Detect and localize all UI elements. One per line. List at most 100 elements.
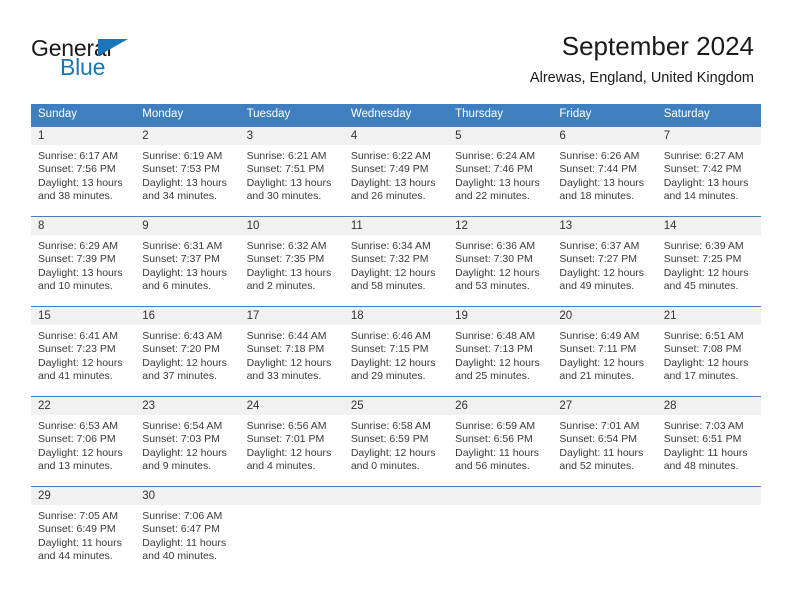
calendar-day-cell[interactable]: 28 Sunrise: 7:03 AM Sunset: 6:51 PM Dayligh…	[656, 396, 761, 487]
daylight-text-line2: and 21 minutes.	[559, 370, 635, 383]
calendar-day-cell[interactable]: 1 Sunrise: 6:17 AM Sunset: 7:56 PM Daylight…	[31, 126, 136, 217]
day-cell-inner: 8 Sunrise: 6:29 AM Sunset: 7:39 PM Daylight…	[31, 217, 136, 306]
daylight-text-line1: Daylight: 13 hours	[455, 176, 540, 189]
day-details: Sunrise: 6:22 AM Sunset: 7:49 PM Daylight:…	[344, 145, 448, 204]
calendar-day-cell[interactable]: 27 Sunrise: 7:01 AM Sunset: 6:54 PM Dayligh…	[552, 396, 657, 487]
daylight-text-line2: and 25 minutes.	[455, 370, 530, 383]
day-details: Sunrise: 6:31 AM Sunset: 7:37 PM Daylight:…	[135, 235, 239, 294]
day-cell-inner: 22 Sunrise: 6:53 AM Sunset: 7:06 PM Dayligh…	[31, 397, 136, 486]
day-number: 8	[31, 217, 136, 235]
day-details: Sunrise: 7:05 AM Sunset: 6:49 PM Daylight:…	[31, 505, 135, 564]
day-cell-inner: 30 Sunrise: 7:06 AM Sunset: 6:47 PM Dayligh…	[135, 487, 240, 576]
sunrise-text: Sunrise: 7:01 AM	[559, 420, 640, 432]
daylight-text-line2: and 26 minutes.	[350, 190, 426, 203]
day-number: 14	[656, 217, 761, 235]
calendar-day-cell[interactable]: 23 Sunrise: 6:54 AM Sunset: 7:03 PM Dayligh…	[135, 396, 240, 487]
sunrise-text: Sunrise: 6:36 AM	[455, 240, 536, 252]
sunrise-text: Sunrise: 6:32 AM	[246, 240, 327, 252]
calendar-day-cell[interactable]: 18 Sunrise: 6:46 AM Sunset: 7:15 PM Dayligh…	[343, 306, 449, 397]
daylight-text-line1: Daylight: 13 hours	[246, 176, 332, 189]
daylight-text-line2: and 2 minutes.	[246, 280, 316, 293]
day-cell-inner: 27 Sunrise: 7:01 AM Sunset: 6:54 PM Dayligh…	[552, 397, 657, 486]
daylight-text-line1: Daylight: 12 hours	[142, 356, 227, 369]
day-number: 16	[135, 307, 240, 325]
day-number: 7	[656, 127, 761, 145]
sunset-text: Sunset: 6:59 PM	[350, 433, 429, 446]
sunrise-text: Sunrise: 6:29 AM	[38, 240, 118, 252]
day-cell-inner	[239, 487, 344, 576]
calendar-day-cell[interactable]: 6 Sunrise: 6:26 AM Sunset: 7:44 PM Daylight…	[552, 126, 657, 217]
day-number: 2	[135, 127, 240, 145]
day-cell-inner: 21 Sunrise: 6:51 AM Sunset: 7:08 PM Dayligh…	[656, 307, 761, 396]
daylight-text-line2: and 17 minutes.	[663, 370, 739, 383]
calendar-day-cell[interactable]: 29 Sunrise: 7:05 AM Sunset: 6:49 PM Dayligh…	[31, 486, 136, 576]
calendar-day-cell[interactable]: 12 Sunrise: 6:36 AM Sunset: 7:30 PM Dayligh…	[448, 216, 553, 307]
day-cell-inner: 24 Sunrise: 6:56 AM Sunset: 7:01 PM Dayligh…	[239, 397, 344, 486]
day-details: Sunrise: 6:34 AM Sunset: 7:32 PM Daylight:…	[344, 235, 448, 294]
calendar-day-cell[interactable]: 26 Sunrise: 6:59 AM Sunset: 6:56 PM Dayligh…	[448, 396, 553, 487]
calendar-page: General Blue September 2024 Alrewas, Eng…	[0, 0, 792, 612]
calendar-week-row: 1 Sunrise: 6:17 AM Sunset: 7:56 PM Daylight…	[31, 126, 761, 217]
daylight-text-line1: Daylight: 12 hours	[559, 266, 645, 279]
calendar-day-cell[interactable]: 13 Sunrise: 6:37 AM Sunset: 7:27 PM Dayligh…	[552, 216, 657, 307]
calendar-day-cell[interactable]	[448, 486, 553, 576]
calendar-day-cell[interactable]: 9 Sunrise: 6:31 AM Sunset: 7:37 PM Daylight…	[135, 216, 240, 307]
calendar-day-cell[interactable]: 24 Sunrise: 6:56 AM Sunset: 7:01 PM Dayligh…	[239, 396, 344, 487]
day-number: 27	[552, 397, 657, 415]
day-details: Sunrise: 7:06 AM Sunset: 6:47 PM Daylight:…	[135, 505, 239, 564]
daylight-text-line1: Daylight: 12 hours	[663, 356, 749, 369]
calendar-day-cell[interactable]: 19 Sunrise: 6:48 AM Sunset: 7:13 PM Dayligh…	[448, 306, 553, 397]
daylight-text-line2: and 45 minutes.	[663, 280, 739, 293]
day-details: Sunrise: 6:36 AM Sunset: 7:30 PM Daylight:…	[448, 235, 552, 294]
calendar-day-cell[interactable]: 14 Sunrise: 6:39 AM Sunset: 7:25 PM Dayligh…	[656, 216, 761, 307]
daylight-text-line1: Daylight: 12 hours	[246, 446, 332, 459]
general-blue-logo[interactable]: General Blue	[31, 36, 151, 82]
calendar-day-cell[interactable]: 30 Sunrise: 7:06 AM Sunset: 6:47 PM Dayligh…	[135, 486, 240, 576]
daylight-text-line2: and 56 minutes.	[455, 460, 530, 473]
day-cell-inner: 9 Sunrise: 6:31 AM Sunset: 7:37 PM Daylight…	[135, 217, 240, 306]
weekday-header-wednesday: Wednesday	[343, 104, 449, 127]
calendar-day-cell[interactable]	[239, 486, 344, 576]
page-title: September 2024	[561, 31, 754, 61]
calendar-day-cell[interactable]: 11 Sunrise: 6:34 AM Sunset: 7:32 PM Dayligh…	[343, 216, 449, 307]
sunrise-text: Sunrise: 6:39 AM	[663, 240, 744, 252]
calendar-day-cell[interactable]: 3 Sunrise: 6:21 AM Sunset: 7:51 PM Daylight…	[239, 126, 344, 217]
day-details: Sunrise: 6:46 AM Sunset: 7:15 PM Daylight:…	[344, 325, 448, 384]
calendar-day-cell[interactable]: 10 Sunrise: 6:32 AM Sunset: 7:35 PM Dayligh…	[239, 216, 344, 307]
sunset-text: Sunset: 7:49 PM	[350, 163, 429, 176]
day-number: 22	[31, 397, 136, 415]
calendar-day-cell[interactable]	[552, 486, 657, 576]
day-number	[552, 487, 657, 505]
day-cell-inner: 19 Sunrise: 6:48 AM Sunset: 7:13 PM Dayligh…	[448, 307, 553, 396]
sunrise-text: Sunrise: 7:05 AM	[38, 510, 118, 522]
title-block: September 2024 Alrewas, England, United …	[530, 30, 754, 88]
calendar-day-cell[interactable]: 16 Sunrise: 6:43 AM Sunset: 7:20 PM Dayligh…	[135, 306, 240, 397]
calendar-week-row: 22 Sunrise: 6:53 AM Sunset: 7:06 PM Dayligh…	[31, 396, 761, 487]
calendar-day-cell[interactable]	[343, 486, 449, 576]
day-cell-inner: 26 Sunrise: 6:59 AM Sunset: 6:56 PM Dayligh…	[448, 397, 553, 486]
calendar-day-cell[interactable]	[656, 486, 761, 576]
day-details: Sunrise: 6:19 AM Sunset: 7:53 PM Daylight:…	[135, 145, 239, 204]
calendar-day-cell[interactable]: 5 Sunrise: 6:24 AM Sunset: 7:46 PM Daylight…	[448, 126, 553, 217]
daylight-text-line1: Daylight: 12 hours	[455, 356, 540, 369]
weekday-header-tuesday: Tuesday	[239, 104, 344, 127]
calendar-day-cell[interactable]: 17 Sunrise: 6:44 AM Sunset: 7:18 PM Dayligh…	[239, 306, 344, 397]
day-cell-inner	[552, 487, 657, 576]
day-cell-inner: 10 Sunrise: 6:32 AM Sunset: 7:35 PM Dayligh…	[239, 217, 344, 306]
daylight-text-line1: Daylight: 12 hours	[246, 356, 332, 369]
calendar-day-cell[interactable]: 22 Sunrise: 6:53 AM Sunset: 7:06 PM Dayligh…	[31, 396, 136, 487]
sunrise-text: Sunrise: 6:26 AM	[559, 150, 640, 162]
calendar-day-cell[interactable]: 2 Sunrise: 6:19 AM Sunset: 7:53 PM Daylight…	[135, 126, 240, 217]
daylight-text-line2: and 37 minutes.	[142, 370, 217, 383]
sunset-text: Sunset: 7:06 PM	[38, 433, 116, 446]
calendar-day-cell[interactable]: 8 Sunrise: 6:29 AM Sunset: 7:39 PM Daylight…	[31, 216, 136, 307]
sunset-text: Sunset: 6:47 PM	[142, 523, 220, 536]
calendar-day-cell[interactable]: 15 Sunrise: 6:41 AM Sunset: 7:23 PM Dayligh…	[31, 306, 136, 397]
calendar-day-cell[interactable]: 4 Sunrise: 6:22 AM Sunset: 7:49 PM Daylight…	[343, 126, 449, 217]
calendar-day-cell[interactable]: 21 Sunrise: 6:51 AM Sunset: 7:08 PM Dayligh…	[656, 306, 761, 397]
calendar-day-cell[interactable]: 20 Sunrise: 6:49 AM Sunset: 7:11 PM Dayligh…	[552, 306, 657, 397]
daylight-text-line1: Daylight: 13 hours	[142, 266, 227, 279]
day-number: 5	[448, 127, 553, 145]
calendar-day-cell[interactable]: 7 Sunrise: 6:27 AM Sunset: 7:42 PM Daylight…	[656, 126, 761, 217]
calendar-day-cell[interactable]: 25 Sunrise: 6:58 AM Sunset: 6:59 PM Dayligh…	[343, 396, 449, 487]
